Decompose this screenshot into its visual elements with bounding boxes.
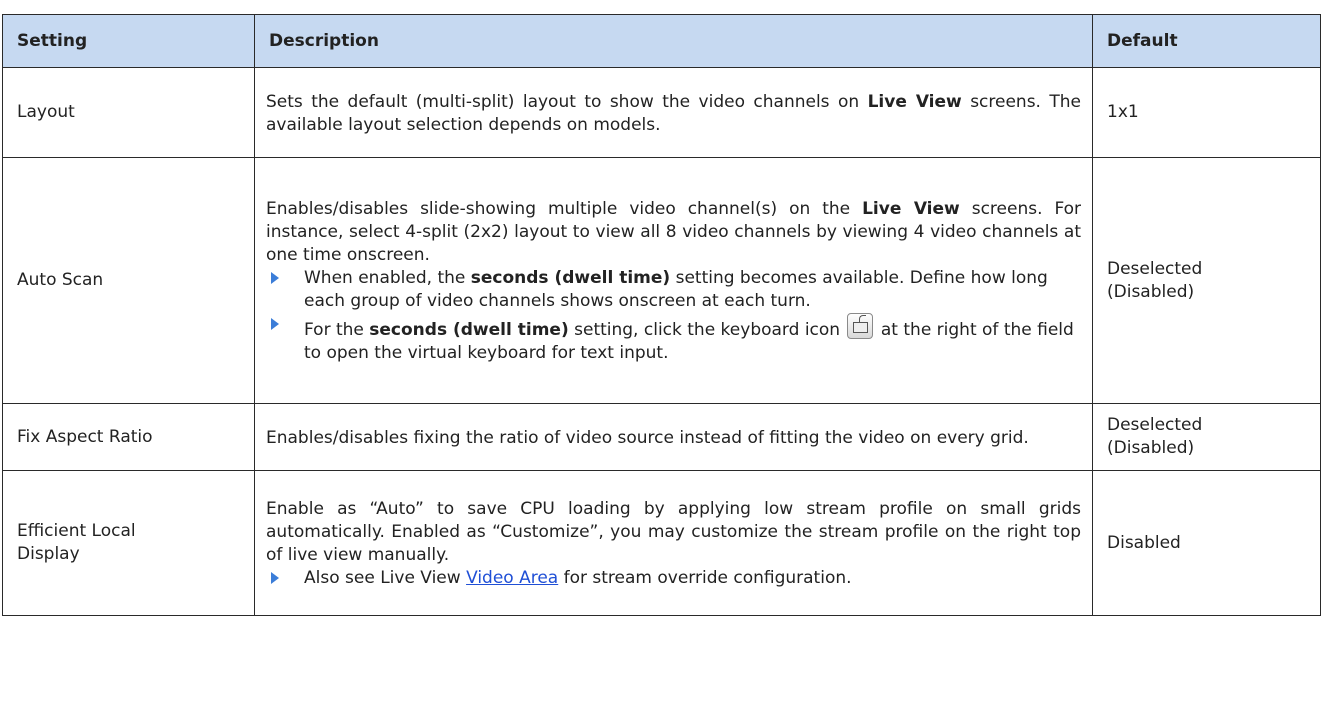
description-cell: Enables/disables slide-showing multiple … xyxy=(254,157,1093,404)
setting-cell: Auto Scan xyxy=(2,157,255,404)
list-item: For the seconds (dwell time) setting, cl… xyxy=(266,313,1081,365)
default-cell: Deselected (Disabled) xyxy=(1092,157,1321,404)
bold-term: seconds (dwell time) xyxy=(369,320,569,340)
description-text: Sets the default (multi-split) layout to… xyxy=(266,91,860,112)
setting-cell: Fix Aspect Ratio xyxy=(2,403,255,471)
table-row: Efficient Local Display Enable as “Auto”… xyxy=(2,470,1321,616)
table-row: Layout Sets the default (multi-split) la… xyxy=(2,67,1321,158)
bullet-text: setting, click the keyboard xyxy=(574,320,800,340)
default-cell: Deselected (Disabled) xyxy=(1092,403,1321,471)
list-item: When enabled, the seconds (dwell time) s… xyxy=(266,267,1081,313)
default-text: (Disabled) xyxy=(1107,438,1195,458)
default-cell: 1x1 xyxy=(1092,67,1321,158)
default-text: Deselected xyxy=(1107,258,1203,279)
bullet-text: icon xyxy=(804,320,841,340)
header-description: Description xyxy=(254,14,1093,68)
bold-term: Live View xyxy=(867,91,962,112)
setting-text: Efficient Local xyxy=(17,521,136,541)
settings-table: Setting Description Default Layout Sets … xyxy=(2,14,1321,616)
header-setting: Setting xyxy=(2,14,255,68)
list-item: Also see Live View Video Area for stream… xyxy=(266,567,1081,590)
bullet-arrow-icon xyxy=(271,572,279,584)
bullet-arrow-icon xyxy=(271,272,279,284)
table-header-row: Setting Description Default xyxy=(2,14,1321,68)
table-row: Fix Aspect Ratio Enables/disables fixing… xyxy=(2,403,1321,471)
header-default: Default xyxy=(1092,14,1321,68)
bullet-arrow-icon xyxy=(271,318,279,330)
default-text: (Disabled) xyxy=(1107,281,1195,302)
description-text: Enables/disables slide-showing multiple … xyxy=(266,199,851,219)
description-text: models. xyxy=(593,114,661,135)
description-cell: Enable as “Auto” to save CPU loading by … xyxy=(254,470,1093,616)
cropped-heading xyxy=(0,0,1325,6)
keyboard-icon xyxy=(847,313,874,339)
setting-text: Display xyxy=(17,544,80,564)
bullet-text: Also see Live View xyxy=(304,568,461,588)
bold-term: Live View xyxy=(862,199,960,219)
bullet-list: When enabled, the seconds (dwell time) s… xyxy=(266,267,1081,365)
description-text: Enable as “Auto” to save CPU loading by … xyxy=(266,499,1081,565)
setting-cell: Efficient Local Display xyxy=(2,470,255,616)
video-area-link[interactable]: Video Area xyxy=(466,568,558,588)
default-cell: Disabled xyxy=(1092,470,1321,616)
setting-cell: Layout xyxy=(2,67,255,158)
description-cell: Enables/disables fixing the ratio of vid… xyxy=(254,403,1093,471)
bold-term: seconds (dwell time) xyxy=(470,268,671,288)
description-cell: Sets the default (multi-split) layout to… xyxy=(254,67,1093,158)
bullet-text: When enabled, the xyxy=(304,268,466,288)
table-row: Auto Scan Enables/disables slide-showing… xyxy=(2,157,1321,404)
default-text: Deselected xyxy=(1107,415,1203,435)
bullet-list: Also see Live View Video Area for stream… xyxy=(266,567,1081,590)
bullet-text: For the xyxy=(304,320,364,340)
bullet-text: for stream override configuration. xyxy=(563,568,852,588)
